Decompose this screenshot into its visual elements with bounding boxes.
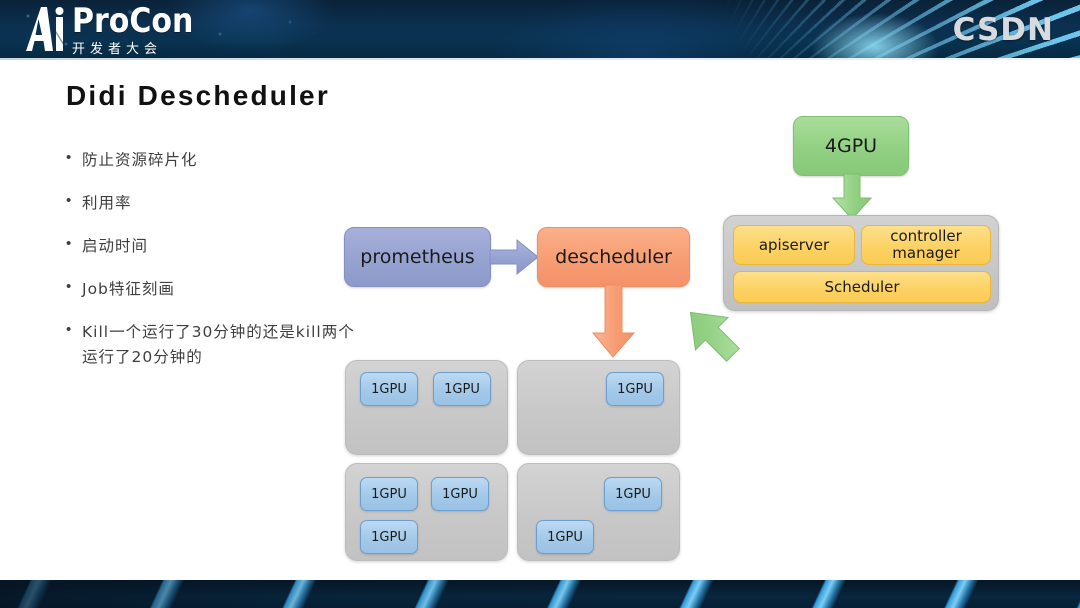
architecture-diagram: 4GPU apiserver controller manager Schedu… bbox=[0, 0, 1080, 608]
scheduler-box: Scheduler bbox=[733, 271, 991, 303]
arrow-prometheus-to-descheduler bbox=[489, 238, 540, 281]
slide: ProCon 开发者大会 CSDN Didi Descheduler • 防止资… bbox=[0, 0, 1080, 608]
node-top-right: 1GPU bbox=[517, 360, 680, 455]
gpu-source-box: 4GPU bbox=[793, 116, 909, 176]
node-bottom-left: 1GPU 1GPU 1GPU bbox=[345, 463, 508, 561]
gpu-chip: 1GPU bbox=[360, 520, 418, 554]
arrow-descheduler-to-node bbox=[591, 284, 636, 364]
node-top-left: 1GPU 1GPU bbox=[345, 360, 508, 455]
apiserver-box: apiserver bbox=[733, 225, 855, 265]
gpu-chip: 1GPU bbox=[604, 477, 662, 511]
gpu-chip: 1GPU bbox=[606, 372, 664, 406]
gpu-chip: 1GPU bbox=[433, 372, 491, 406]
node-bottom-right: 1GPU 1GPU bbox=[517, 463, 680, 561]
gpu-chip: 1GPU bbox=[536, 520, 594, 554]
control-plane-container: apiserver controller manager Scheduler bbox=[723, 215, 999, 311]
descheduler-box: descheduler bbox=[537, 227, 690, 287]
footer-fade-overlay bbox=[0, 580, 1080, 608]
controller-manager-box: controller manager bbox=[861, 225, 991, 265]
gpu-chip: 1GPU bbox=[360, 477, 418, 511]
gpu-chip: 1GPU bbox=[360, 372, 418, 406]
prometheus-box: prometheus bbox=[344, 227, 491, 287]
bottom-bar bbox=[0, 580, 1080, 608]
gpu-chip: 1GPU bbox=[431, 477, 489, 511]
arrow-control-plane-to-node bbox=[672, 300, 750, 371]
